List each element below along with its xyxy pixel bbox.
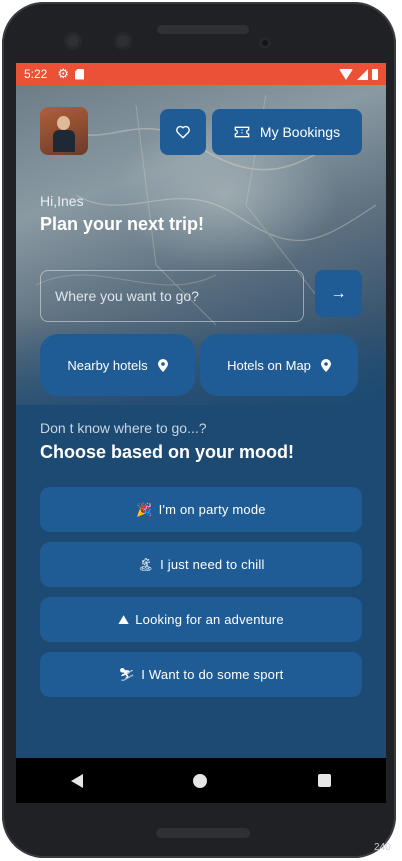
mood-question: Don t know where to go...? xyxy=(40,420,207,436)
chill-mode-label: I just need to chill xyxy=(160,557,265,572)
top-bezel xyxy=(2,2,396,64)
bottom-speaker xyxy=(156,828,250,838)
wifi-icon xyxy=(339,68,353,80)
avatar[interactable] xyxy=(40,107,88,155)
my-bookings-button[interactable]: My Bookings xyxy=(212,109,362,155)
favorites-button[interactable] xyxy=(160,109,206,155)
party-popper-icon: 🎉 xyxy=(136,501,153,517)
front-sensor-icon xyxy=(64,32,82,50)
front-camera-icon xyxy=(114,32,132,50)
location-pin-icon xyxy=(157,358,168,372)
home-icon[interactable] xyxy=(193,773,208,788)
ticket-icon xyxy=(234,126,250,138)
app-screen: 5:22 ⚙ My Bookings Hi,Ines Plan your nex… xyxy=(16,63,386,803)
sd-card-icon xyxy=(75,68,85,80)
proximity-sensor-icon xyxy=(259,37,271,49)
party-mode-label: I'm on party mode xyxy=(158,502,266,517)
search-go-button[interactable]: → xyxy=(315,270,362,317)
hotels-on-map-label: Hotels on Map xyxy=(227,357,311,373)
settings-icon: ⚙ xyxy=(57,66,70,81)
destination-search-field[interactable] xyxy=(40,270,304,322)
mountain-icon: ⛰ xyxy=(118,611,130,627)
nearby-hotels-label: Nearby hotels xyxy=(67,357,148,373)
my-bookings-label: My Bookings xyxy=(259,124,341,140)
nearby-hotels-button[interactable]: Nearby hotels xyxy=(40,334,195,396)
sport-mode-label: I Want to do some sport xyxy=(141,667,284,682)
party-mode-button[interactable]: 🎉 I'm on party mode xyxy=(40,487,362,532)
greeting-text: Hi,Ines xyxy=(40,193,84,209)
hotels-on-map-button[interactable]: Hotels on Map xyxy=(200,334,358,396)
earpiece-speaker xyxy=(157,25,249,34)
location-pin-icon xyxy=(320,358,331,372)
signal-icon xyxy=(357,68,368,80)
status-time: 5:22 xyxy=(24,67,48,81)
adventure-mode-label: Looking for an adventure xyxy=(135,612,284,627)
battery-icon xyxy=(372,68,378,80)
avatar-body xyxy=(53,130,75,152)
island-icon: 🏝 xyxy=(137,556,155,572)
sport-mode-button[interactable]: ⛷ I Want to do some sport xyxy=(40,652,362,697)
arrow-right-icon: → xyxy=(330,284,347,302)
heart-icon xyxy=(176,125,190,139)
back-icon[interactable] xyxy=(71,773,84,788)
adventure-mode-button[interactable]: ⛰ Looking for an adventure xyxy=(40,597,362,642)
status-bar: 5:22 ⚙ xyxy=(16,63,386,85)
destination-search-input[interactable] xyxy=(41,271,303,321)
mood-title: Choose based on your mood! xyxy=(40,442,295,462)
edge-label: 240 xyxy=(374,842,391,853)
page-title: Plan your next trip! xyxy=(40,214,205,234)
skier-icon: ⛷ xyxy=(118,666,136,682)
recent-apps-icon[interactable] xyxy=(317,774,331,787)
avatar-head xyxy=(57,116,70,130)
chill-mode-button[interactable]: 🏝 I just need to chill xyxy=(40,542,362,587)
system-navigation-bar xyxy=(16,758,386,803)
